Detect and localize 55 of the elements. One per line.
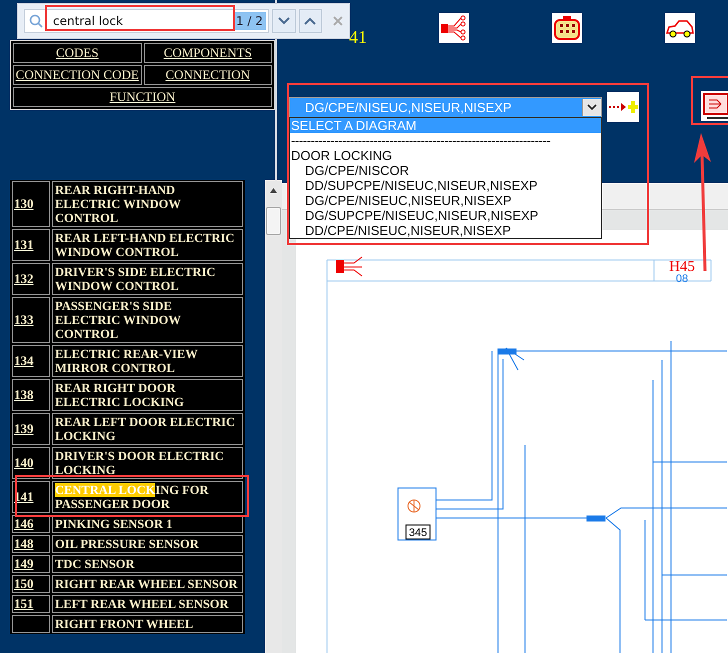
function-title-cell: PINKING SENSOR 1 (52, 515, 243, 533)
previous-match-button[interactable] (298, 9, 322, 33)
function-number-link[interactable]: 150 (13, 576, 34, 592)
nav-link[interactable]: COMPONENTS (144, 43, 272, 63)
component-label: 345 (408, 527, 428, 539)
function-number-link[interactable]: 149 (13, 556, 34, 572)
header-text: 41 (349, 27, 368, 48)
match-count: 1 / 2 (232, 12, 266, 30)
search-icon (29, 14, 43, 28)
function-title-cell: REAR RIGHT-HAND ELECTRIC WINDOW CONTROL (52, 181, 243, 227)
nav-link[interactable]: CODES (13, 43, 142, 63)
arrow-plus-icon[interactable] (607, 92, 639, 122)
nav-link[interactable]: FUNCTION (13, 87, 272, 107)
function-number-link[interactable]: 130 (13, 196, 34, 212)
function-number-link[interactable]: 133 (13, 312, 34, 328)
function-number-link[interactable]: 134 (13, 353, 34, 369)
next-match-button[interactable] (272, 9, 296, 33)
function-title-cell: DRIVER'S SIDE ELECTRIC WINDOW CONTROL (52, 263, 243, 295)
function-title-cell: OIL PRESSURE SENSOR (52, 535, 243, 553)
function-title-cell: RIGHT FRONT WHEEL (52, 615, 243, 633)
function-number-link[interactable]: 148 (13, 536, 34, 552)
function-number-link[interactable]: 131 (13, 237, 34, 253)
separator-line: ------------------------------------------------------------------ (290, 133, 552, 148)
option-group-label: DOOR LOCKING (290, 148, 394, 163)
chevron-down-icon (587, 104, 597, 111)
function-title-cell: DRIVER'S DOOR ELECTRIC LOCKING (52, 447, 243, 479)
diagram-icon[interactable] (701, 91, 728, 121)
nav-link[interactable]: CONNECTION (144, 65, 272, 85)
function-title-cell: REAR LEFT-HAND ELECTRIC WINDOW CONTROL (52, 229, 243, 261)
scroll-up-icon[interactable] (270, 188, 277, 193)
function-title-cell: ELECTRIC REAR-VIEW MIRROR CONTROL (52, 345, 243, 377)
car-icon[interactable] (665, 13, 695, 43)
nav-link[interactable]: CONNECTION CODE (13, 65, 142, 85)
function-title-cell: LEFT REAR WHEEL SENSOR (52, 595, 243, 613)
function-number-link[interactable]: 138 (13, 387, 34, 403)
scrollbar[interactable] (265, 180, 282, 653)
function-number-link[interactable]: 146 (13, 516, 34, 532)
find-query: central lock (52, 14, 123, 28)
diagram-page-number: 08 (676, 273, 688, 285)
connector-icon[interactable] (552, 13, 582, 43)
function-number-link[interactable]: 132 (13, 271, 34, 287)
scrollbar-thumb[interactable] (266, 207, 281, 235)
wiring-harness-icon[interactable] (439, 13, 469, 43)
function-number-cell (12, 615, 50, 633)
chevron-up-icon (304, 17, 316, 25)
function-number-link[interactable]: 139 (13, 421, 34, 437)
function-title-cell: REAR LEFT DOOR ELECTRIC LOCKING (52, 413, 243, 445)
function-title-cell: PASSENGER'S SIDE ELECTRIC WINDOW CONTROL (52, 297, 243, 343)
function-number-link[interactable]: 151 (13, 596, 34, 612)
function-title-cell: RIGHT REAR WHEEL SENSOR (52, 575, 243, 593)
function-title-cell: TDC SENSOR (52, 555, 243, 573)
diagram-code: H45 (669, 259, 695, 275)
function-title-cell: REAR RIGHT DOOR ELECTRIC LOCKING (52, 379, 243, 411)
function-number-link[interactable]: 140 (13, 455, 34, 471)
chevron-down-icon (278, 17, 290, 25)
